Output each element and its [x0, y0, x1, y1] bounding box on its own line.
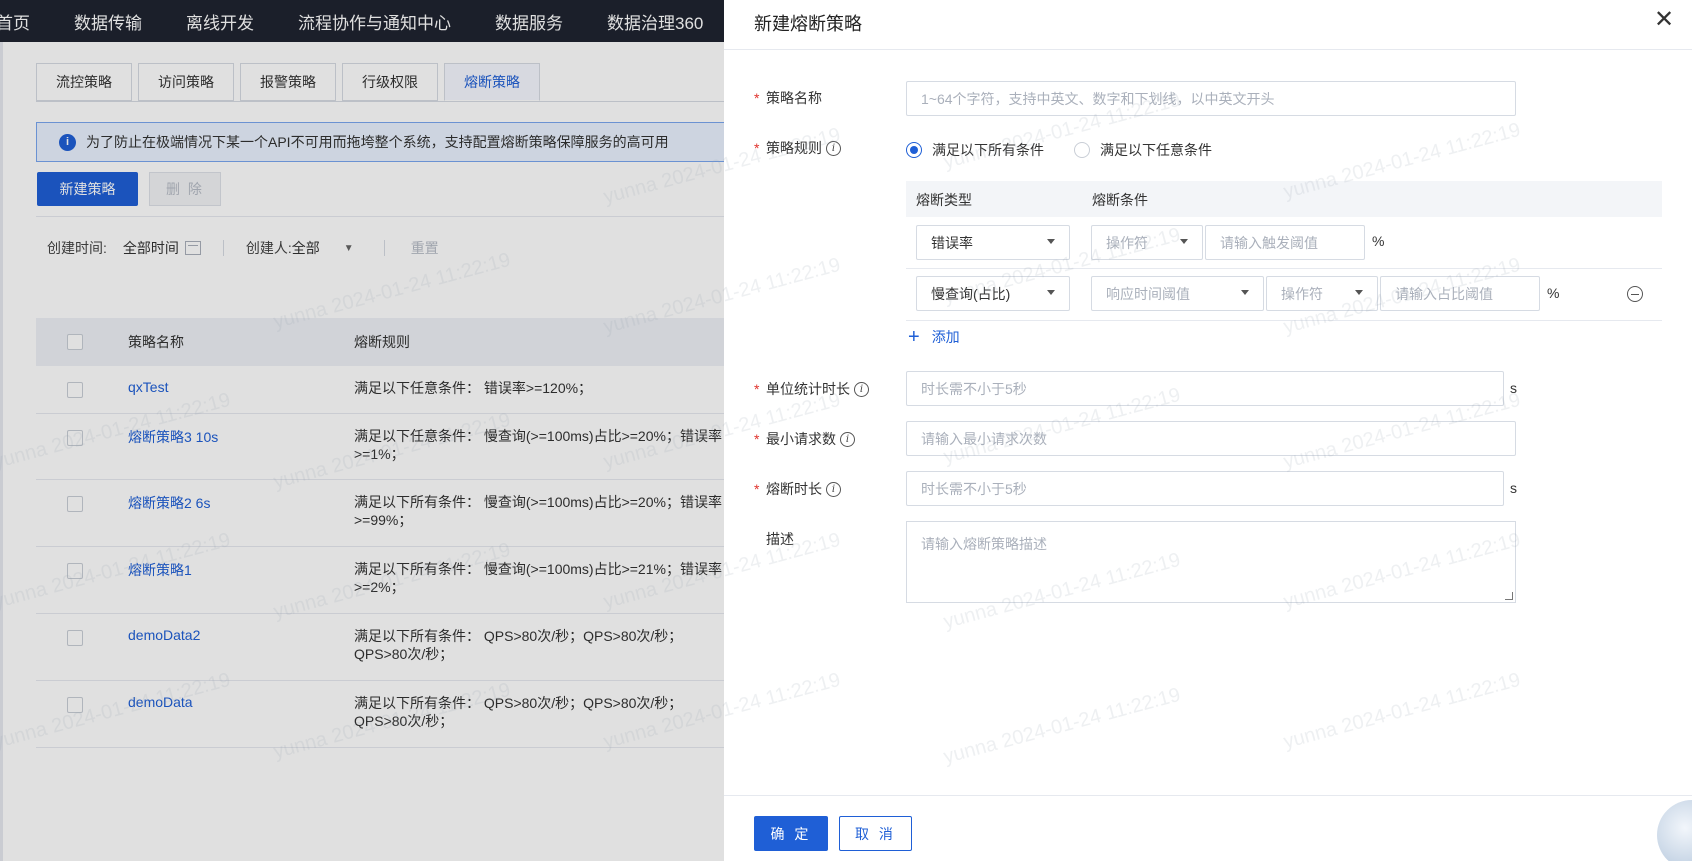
min-requests-input[interactable]: 请输入最小请求次数 — [906, 421, 1516, 456]
operator-placeholder: 操作符 — [1281, 285, 1323, 302]
close-icon[interactable]: ✕ — [1654, 8, 1674, 32]
description-label: 描述 — [754, 529, 794, 549]
response-time-placeholder: 响应时间阈值 — [1106, 285, 1190, 302]
operator-placeholder: 操作符 — [1106, 234, 1148, 251]
row-divider — [906, 320, 1662, 321]
chevron-down-icon — [1355, 290, 1363, 295]
new-policy-drawer: 新建熔断策略 ✕ * 策略名称 1~64个字符，支持中英文、数字和下划线，以中英… — [724, 0, 1692, 861]
column-header-type: 熔断类型 — [916, 192, 972, 208]
drawer-header: 新建熔断策略 ✕ — [724, 0, 1692, 50]
operator-select[interactable]: 操作符 — [1266, 276, 1378, 311]
chevron-down-icon — [1241, 290, 1249, 295]
description-label-text: 描述 — [766, 531, 794, 547]
row-divider — [906, 268, 1662, 269]
help-icon[interactable]: i — [826, 481, 841, 497]
radio-unchecked-icon — [1074, 142, 1090, 158]
condition-table-header: 熔断类型 熔断条件 — [906, 181, 1662, 217]
percent-unit: % — [1547, 285, 1560, 301]
policy-rule-label-text: 策略规则 — [766, 140, 822, 156]
modal-mask[interactable] — [0, 0, 724, 861]
drawer-title: 新建熔断策略 — [754, 14, 862, 34]
help-icon[interactable]: i — [840, 431, 855, 447]
min-requests-label-text: 最小请求数 — [766, 431, 836, 447]
chevron-down-icon — [1180, 239, 1188, 244]
radio-any-label: 满足以下任意条件 — [1100, 142, 1212, 158]
help-icon[interactable]: i — [854, 381, 869, 397]
description-textarea[interactable]: 请输入熔断策略描述 — [906, 521, 1516, 603]
cancel-button[interactable]: 取 消 — [839, 816, 912, 851]
required-mark: * — [754, 431, 760, 447]
required-mark: * — [754, 90, 760, 106]
ratio-threshold-input[interactable]: 请输入占比阈值 — [1380, 276, 1540, 311]
plus-icon: + — [908, 326, 920, 348]
radio-all-conditions[interactable]: 满足以下所有条件 — [906, 140, 1044, 160]
breaker-type-value: 错误率 — [931, 234, 973, 251]
threshold-input[interactable]: 请输入触发阈值 — [1205, 225, 1365, 260]
add-condition-button[interactable]: + 添加 — [908, 327, 960, 347]
stat-duration-label: * 单位统计时长 i — [754, 379, 869, 399]
break-duration-label: * 熔断时长 i — [754, 479, 841, 499]
assistant-avatar-icon[interactable] — [1657, 800, 1692, 861]
breaker-type-select[interactable]: 慢查询(占比) — [916, 276, 1070, 311]
confirm-button[interactable]: 确 定 — [754, 816, 828, 851]
policy-rule-label: * 策略规则 i — [754, 138, 841, 158]
percent-unit: % — [1372, 233, 1385, 249]
required-mark: * — [754, 381, 760, 397]
breaker-type-value: 慢查询(占比) — [931, 285, 1011, 302]
chevron-down-icon — [1047, 290, 1055, 295]
response-time-select[interactable]: 响应时间阈值 — [1091, 276, 1264, 311]
required-mark: * — [754, 481, 760, 497]
stat-duration-label-text: 单位统计时长 — [766, 381, 850, 397]
stat-duration-input[interactable]: 时长需不小于5秒 — [906, 371, 1504, 406]
resize-handle-icon[interactable] — [1505, 592, 1513, 600]
radio-any-condition[interactable]: 满足以下任意条件 — [1074, 140, 1212, 160]
min-requests-label: * 最小请求数 i — [754, 429, 855, 449]
chevron-down-icon — [1047, 239, 1055, 244]
radio-all-label: 满足以下所有条件 — [932, 142, 1044, 158]
radio-checked-icon — [906, 142, 922, 158]
breaker-type-select[interactable]: 错误率 — [916, 225, 1070, 260]
seconds-unit: s — [1510, 480, 1517, 496]
description-placeholder: 请输入熔断策略描述 — [921, 536, 1047, 552]
break-duration-label-text: 熔断时长 — [766, 481, 822, 497]
policy-name-label-text: 策略名称 — [766, 90, 822, 106]
break-duration-input[interactable]: 时长需不小于5秒 — [906, 471, 1504, 506]
policy-name-input[interactable]: 1~64个字符，支持中英文、数字和下划线，以中英文开头 — [906, 81, 1516, 116]
operator-select[interactable]: 操作符 — [1091, 225, 1203, 260]
footer-divider — [724, 795, 1692, 796]
help-icon[interactable]: i — [826, 140, 841, 156]
policy-name-label: * 策略名称 — [754, 88, 822, 108]
seconds-unit: s — [1510, 380, 1517, 396]
add-condition-label: 添加 — [931, 329, 960, 345]
column-header-condition: 熔断条件 — [1092, 192, 1148, 208]
required-mark: * — [754, 140, 760, 156]
remove-condition-icon[interactable] — [1627, 286, 1643, 302]
